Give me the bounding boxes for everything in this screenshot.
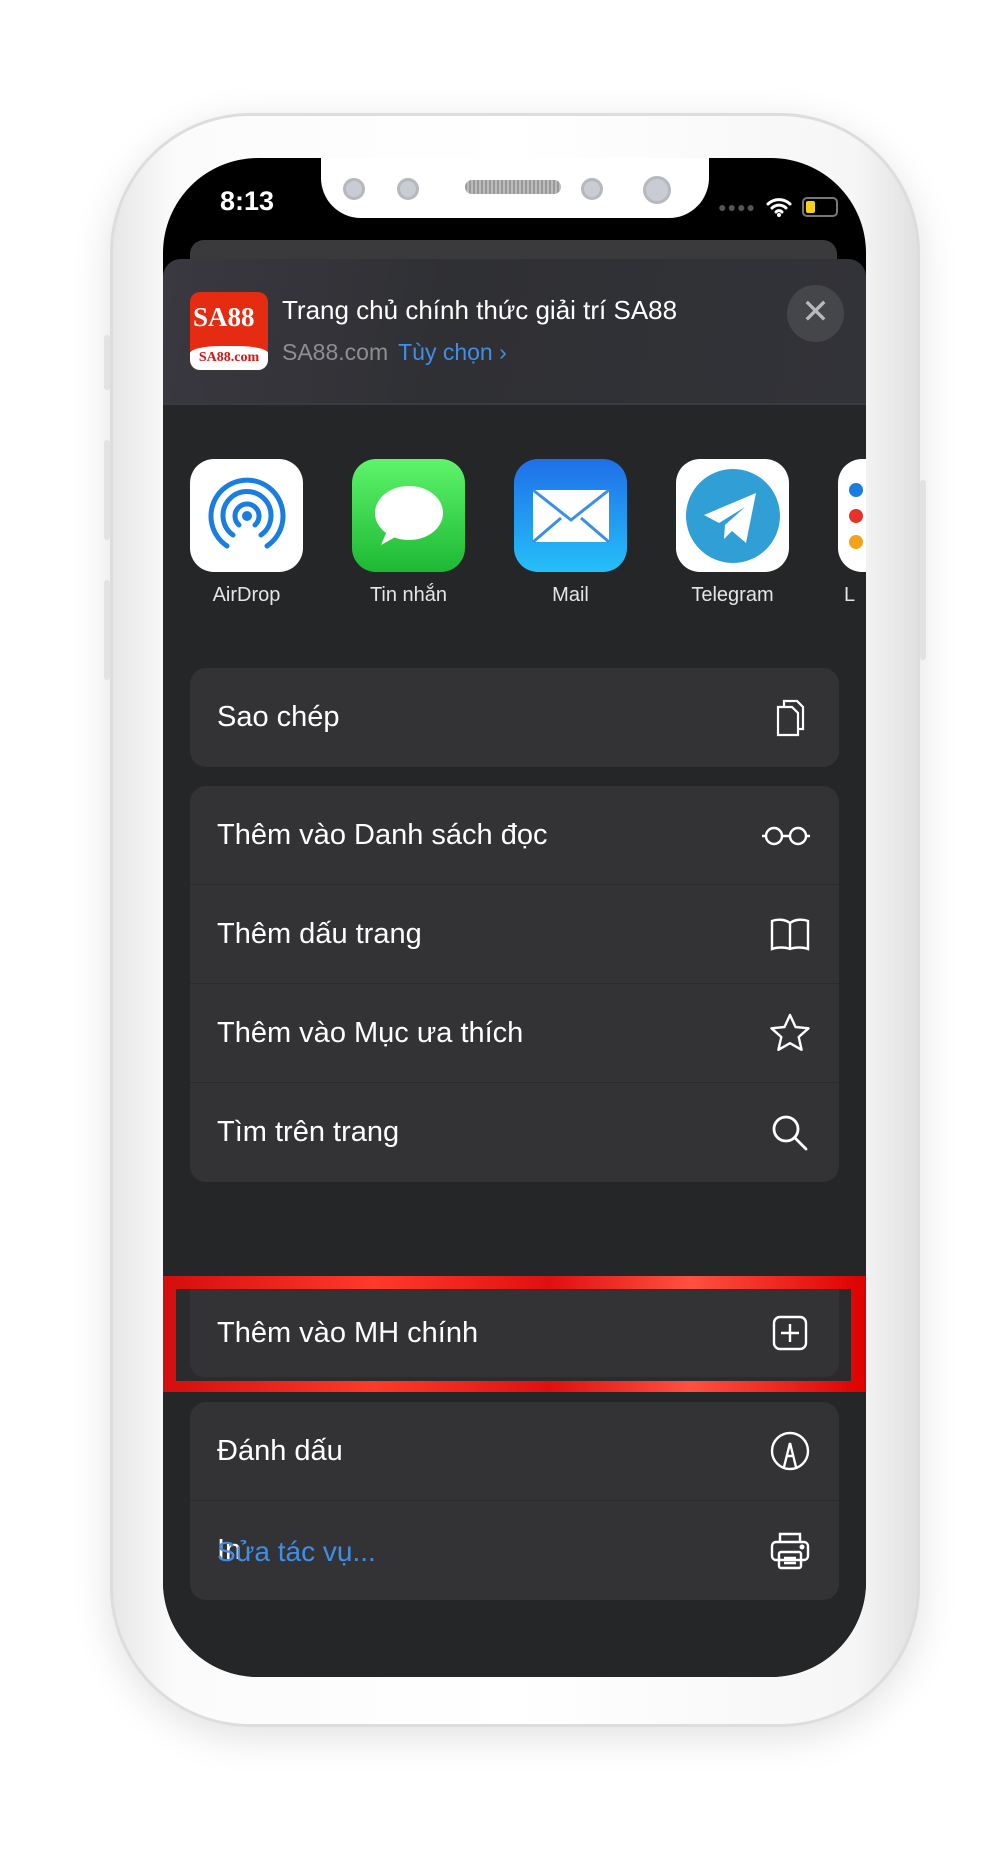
power-button xyxy=(920,480,926,660)
logo-subtext: SA88.com xyxy=(190,346,268,370)
action-find[interactable]: Tìm trên trang xyxy=(190,1083,839,1182)
star-icon xyxy=(770,1013,810,1051)
action-label: Tìm trên trang xyxy=(217,1116,400,1148)
close-button[interactable]: ✕ xyxy=(787,285,844,342)
markup-icon xyxy=(770,1431,810,1471)
app-reminders[interactable]: L xyxy=(838,459,866,607)
copy-icon xyxy=(776,699,805,736)
app-label: Telegram xyxy=(691,584,774,606)
status-time: 8:13 xyxy=(220,186,275,216)
action-markup[interactable]: Đánh dấu xyxy=(190,1402,839,1501)
action-group-page: Thêm vào Danh sách đọc Thêm dấu trang Th… xyxy=(190,786,839,1182)
book-icon xyxy=(770,918,810,951)
action-label: Thêm dấu trang xyxy=(217,917,422,950)
sensor-icon xyxy=(397,178,419,200)
site-logo: SA88 SA88.com xyxy=(190,292,268,370)
domain-label: SA88.com xyxy=(282,339,389,365)
share-sheet: SA88 SA88.com Trang chủ chính thức giải … xyxy=(163,259,866,1677)
battery-icon xyxy=(802,197,838,217)
options-label: Tùy chọn xyxy=(398,339,493,365)
app-label: Tin nhắn xyxy=(369,584,448,606)
action-favorites[interactable]: Thêm vào Mục ưa thích xyxy=(190,984,839,1083)
mute-switch xyxy=(104,335,110,390)
app-label: AirDrop xyxy=(212,584,281,606)
app-row: AirDrop Tin nhắn Mail Telegram L xyxy=(190,459,866,619)
page-subtitle: SA88.com Tùy chọn › xyxy=(282,339,507,366)
reminders-icon xyxy=(838,459,866,572)
action-label: Thêm vào Mục ưa thích xyxy=(217,1016,524,1049)
app-telegram[interactable]: Telegram xyxy=(676,459,789,607)
camera-icon xyxy=(643,176,671,204)
status-icons: ●●●● xyxy=(718,196,838,218)
telegram-icon xyxy=(676,459,789,572)
close-icon: ✕ xyxy=(801,293,830,331)
share-header: SA88 SA88.com Trang chủ chính thức giải … xyxy=(163,259,866,405)
signal-icon: ●●●● xyxy=(718,199,756,215)
action-reading-list[interactable]: Thêm vào Danh sách đọc xyxy=(190,786,839,885)
app-messages[interactable]: Tin nhắn xyxy=(352,459,465,607)
action-group-copy: Sao chép xyxy=(190,668,839,767)
action-label: Thêm vào MH chính xyxy=(217,1316,479,1349)
search-icon xyxy=(772,1115,808,1150)
action-label: Sao chép xyxy=(217,701,340,733)
action-label: Thêm vào Danh sách đọc xyxy=(217,818,548,851)
mail-icon xyxy=(514,459,627,572)
airdrop-icon xyxy=(190,459,303,572)
logo-text: SA88 xyxy=(193,302,255,332)
sensor-icon xyxy=(581,178,603,200)
notch xyxy=(321,158,709,218)
volume-down-button xyxy=(104,580,110,680)
action-label: Đánh dấu xyxy=(217,1434,343,1467)
add-square-icon xyxy=(772,1315,808,1351)
wifi-icon xyxy=(766,198,792,217)
speaker-grille xyxy=(465,180,561,194)
app-airdrop[interactable]: AirDrop xyxy=(190,459,303,607)
action-add-to-home-screen[interactable]: Thêm vào MH chính xyxy=(190,1289,839,1377)
printer-icon xyxy=(770,1532,810,1569)
app-label: L xyxy=(844,584,856,606)
action-copy[interactable]: Sao chép xyxy=(190,668,839,767)
page-title: Trang chủ chính thức giải trí SA88 xyxy=(282,295,678,325)
volume-up-button xyxy=(104,440,110,540)
messages-icon xyxy=(352,459,465,572)
action-bookmark[interactable]: Thêm dấu trang xyxy=(190,885,839,984)
chevron-right-icon: › xyxy=(499,339,507,365)
glasses-icon xyxy=(762,826,810,846)
sensor-icon xyxy=(343,178,365,200)
edit-actions-link[interactable]: Sửa tác vụ... xyxy=(217,1536,376,1568)
action-group-other: Đánh dấu In xyxy=(190,1402,839,1600)
app-mail[interactable]: Mail xyxy=(514,459,627,607)
options-link[interactable]: Tùy chọn › xyxy=(398,339,507,365)
screen: 8:13 ●●●● SA88 SA88.com Trang chủ chính … xyxy=(163,158,866,1677)
app-label: Mail xyxy=(552,584,589,606)
